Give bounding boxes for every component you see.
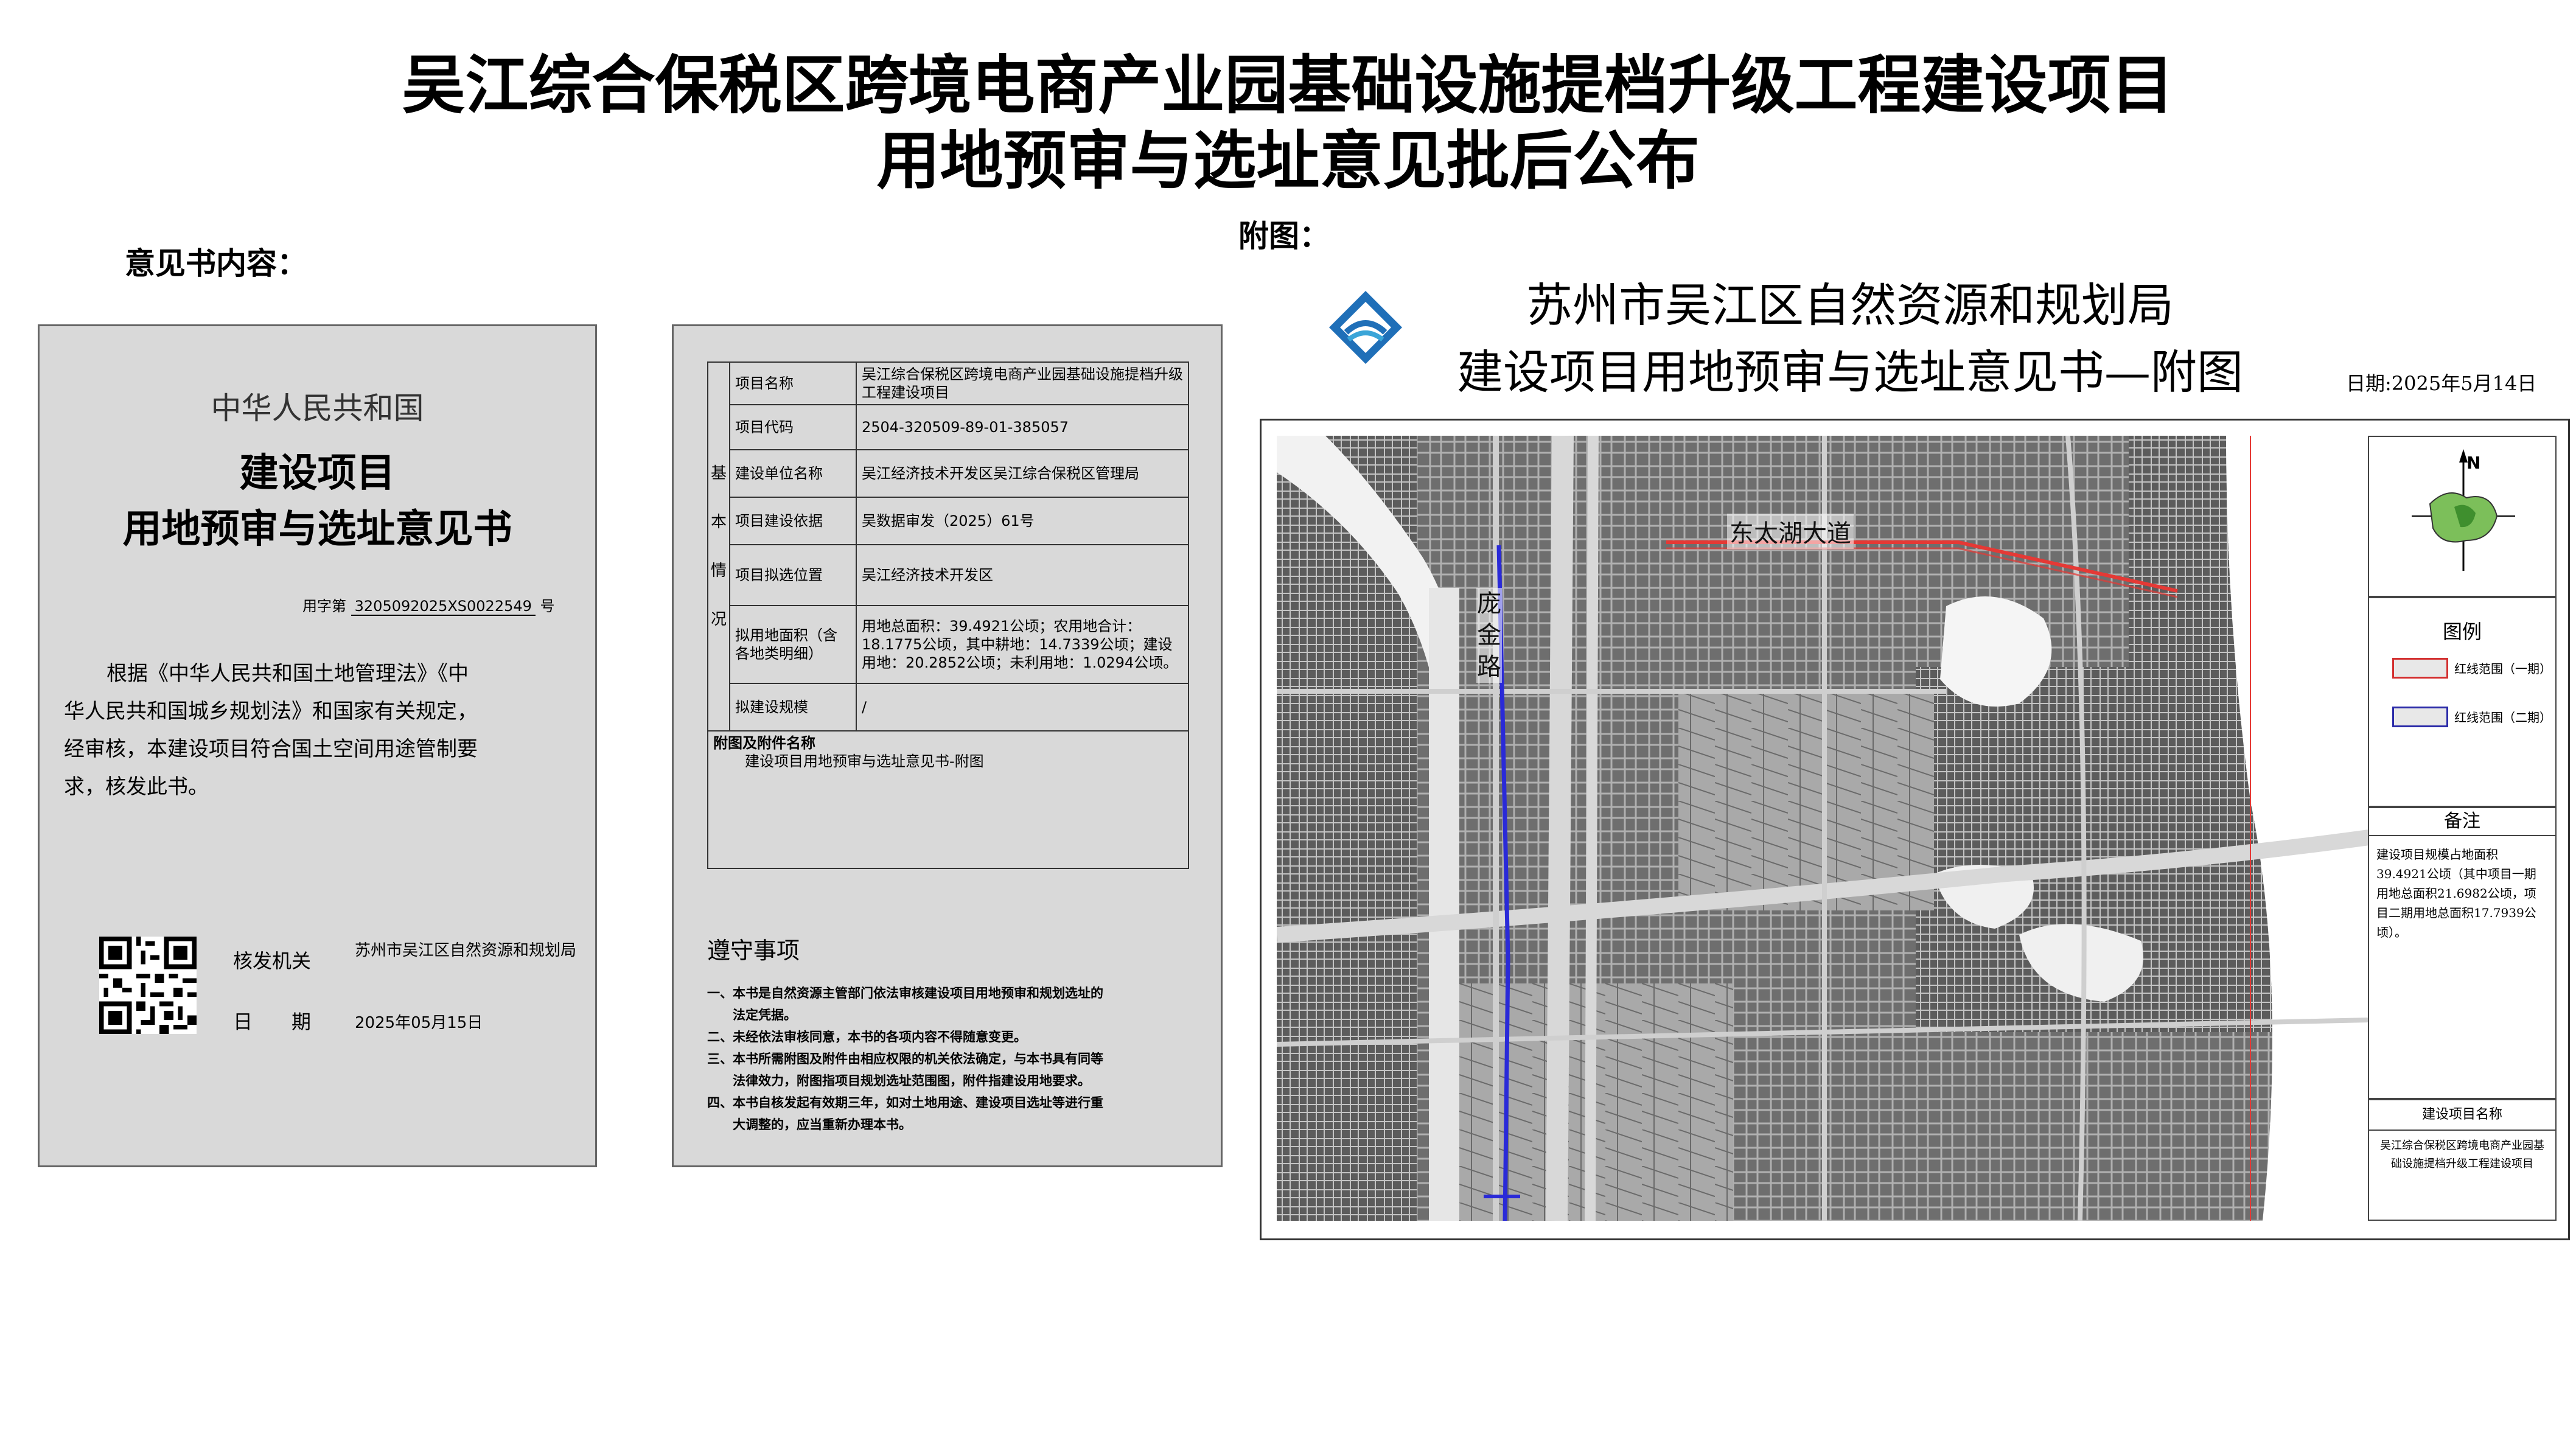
date-label: 日 期 <box>233 1010 312 1033</box>
row-value: 2504-320509-89-01-385057 <box>856 404 1189 450</box>
row-label: 项目代码 <box>729 404 857 450</box>
body-line-2: 华人民共和国城乡规划法》和国家有关规定， <box>64 699 478 724</box>
row-value: 吴江综合保税区跨境电商产业园基础设施提档升级工程建设项目 <box>856 361 1189 405</box>
certificate-cover-panel: 中华人民共和国 建设项目 用地预审与选址意见书 用字第 3205092025XS… <box>38 324 597 1167</box>
row-value: 吴江经济技术开发区吴江综合保税区管理局 <box>856 449 1189 498</box>
map-date: 日期:2025年5月14日 <box>2346 372 2537 395</box>
map-org-title: 苏州市吴江区自然资源和规划局 <box>1526 278 2174 332</box>
basic-info-panel: 基本情况 项目名称 吴江综合保税区跨境电商产业园基础设施提档升级工程建设项目 项… <box>672 324 1223 1167</box>
remarks-box: 备注 建设项目规模占地面积39.4921公顷（其中项目一期用地总面积21.698… <box>2368 807 2557 1099</box>
table-row: 项目建设依据 吴数据审发（2025）61号 <box>708 497 1189 545</box>
road-label-west: 庞金路 <box>1476 588 1502 683</box>
row-value: 用地总面积：39.4921公顷；农用地合计：18.1775公顷，其中耕地：14.… <box>856 605 1189 684</box>
rule-line: 四、本书自核发起有效期三年，如对土地用途、建设项目选址等进行重 <box>707 1095 1103 1110</box>
table-row: 拟用地面积（含各地类明细） 用地总面积：39.4921公顷；农用地合计：18.1… <box>708 605 1189 684</box>
attachment-cell: 附图及附件名称 建设项目用地预审与选址意见书-附图 <box>707 730 1189 869</box>
rules-title: 遵守事项 <box>707 937 800 964</box>
doc-title-line2: 用地预审与选址意见书 <box>122 507 512 552</box>
body-line-4: 求，核发此书。 <box>64 775 209 799</box>
row-value: 吴数据审发（2025）61号 <box>856 497 1189 545</box>
qr-code <box>99 937 197 1034</box>
project-name-box: 建设项目名称 吴江综合保税区跨境电商产业园基础设施提档升级工程建设项目 <box>2368 1099 2557 1221</box>
section-label: 基本情况 <box>707 361 730 731</box>
project-name-value: 吴江综合保税区跨境电商产业园基础设施提档升级工程建设项目 <box>2380 1139 2544 1170</box>
attachment-label: 附图及附件名称 <box>713 735 815 752</box>
legend-label-phase2: 红线范围（二期） <box>2454 710 2552 725</box>
body-line-1: 根据《中华人民共和国土地管理法》《中 <box>106 662 469 686</box>
page-title-line2: 用地预审与选址意见批后公布 <box>876 124 1700 198</box>
rule-line: 三、本书所需附图及附件由相应权限的机关依法确定，与本书具有同等 <box>707 1052 1103 1066</box>
page-title-line1: 吴江综合保税区跨境电商产业园基础设施提档升级工程建设项目 <box>402 48 2174 122</box>
row-label: 建设单位名称 <box>729 449 857 498</box>
north-arrow-box: N <box>2368 436 2557 597</box>
doc-number: 3205092025XS0022549 <box>351 598 536 616</box>
legend-swatch-phase2 <box>2392 707 2448 727</box>
attachment-value: 建设项目用地预审与选址意见书-附图 <box>745 753 984 770</box>
rule-line: 大调整的，应当重新办理本书。 <box>707 1117 912 1132</box>
body-line-3: 经审核，本建设项目符合国土空间用途管制要 <box>64 737 478 761</box>
rule-line: 一、本书是自然资源主管部门依法审核建设项目用地预审和规划选址的 <box>707 986 1103 1000</box>
doc-number-suffix: 号 <box>540 598 555 615</box>
table-row: 项目拟选位置 吴江经济技术开发区 <box>708 544 1189 606</box>
map-image: 东太湖大道 庞金路 <box>1277 436 2369 1221</box>
row-label: 拟用地面积（含各地类明细） <box>729 605 857 684</box>
row-value: 吴江经济技术开发区 <box>856 544 1189 606</box>
table-row: 建设单位名称 吴江经济技术开发区吴江综合保税区管理局 <box>708 449 1189 498</box>
rule-line: 法律效力，附图指项目规划选址范围图，附件指建设用地要求。 <box>707 1074 1091 1088</box>
table-row: 基本情况 项目名称 吴江综合保税区跨境电商产业园基础设施提档升级工程建设项目 <box>707 361 1189 731</box>
date-value: 2025年05月15日 <box>355 1014 483 1032</box>
road-label-east: 东太湖大道 <box>1727 514 1854 549</box>
section-label-text: 基本情况 <box>710 464 727 629</box>
map-frame: 东太湖大道 庞金路 N 图例 红线范围（一期） 红线范围（二期） 备注 建设项目… <box>1260 419 2570 1240</box>
legend-box: 图例 红线范围（一期） 红线范围（二期） <box>2368 597 2557 807</box>
map-subtitle: 建设项目用地预审与选址意见书—附图 <box>1457 345 2243 399</box>
table-row: 项目代码 2504-320509-89-01-385057 <box>708 404 1189 450</box>
row-label: 项目名称 <box>729 361 857 405</box>
row-label: 项目拟选位置 <box>729 544 857 606</box>
attached-figure-label: 附图： <box>1238 218 1330 254</box>
legend-title: 图例 <box>2442 620 2482 643</box>
remarks-text: 建设项目规模占地面积39.4921公顷（其中项目一期用地总面积21.6982公顷… <box>2376 847 2536 940</box>
issuer-value: 苏州市吴江区自然资源和规划局 <box>355 941 577 960</box>
doc-number-line: 用字第 3205092025XS0022549 号 <box>302 594 555 616</box>
attachment-row: 附图及附件名称 建设项目用地预审与选址意见书-附图 <box>707 730 1189 869</box>
bureau-logo <box>1328 290 1403 365</box>
project-name-title: 建设项目名称 <box>2369 1100 2555 1131</box>
issuer-label: 核发机关 <box>233 949 312 972</box>
row-value: / <box>856 683 1189 731</box>
north-label: N <box>2466 453 2481 473</box>
rule-line: 法定凭据。 <box>707 1008 797 1022</box>
rule-line: 二、未经依法审核同意，本书的各项内容不得随意变更。 <box>707 1030 1027 1044</box>
country-name: 中华人民共和国 <box>211 391 424 426</box>
legend-label-phase1: 红线范围（一期） <box>2454 662 2552 676</box>
basic-info-table: 基本情况 项目名称 吴江综合保税区跨境电商产业园基础设施提档升级工程建设项目 项… <box>707 361 1189 869</box>
legend-swatch-phase1 <box>2392 658 2448 679</box>
rules-list: 一、本书是自然资源主管部门依法审核建设项目用地预审和规划选址的 法定凭据。 二、… <box>707 982 1206 1136</box>
doc-number-prefix: 用字第 <box>302 598 346 615</box>
doc-title-line1: 建设项目 <box>239 451 396 496</box>
remarks-title: 备注 <box>2369 808 2555 836</box>
opinion-content-label: 意见书内容： <box>125 246 307 281</box>
table-row: 拟建设规模 / <box>708 683 1189 731</box>
row-label: 拟建设规模 <box>729 683 857 731</box>
row-label: 项目建设依据 <box>729 497 857 545</box>
